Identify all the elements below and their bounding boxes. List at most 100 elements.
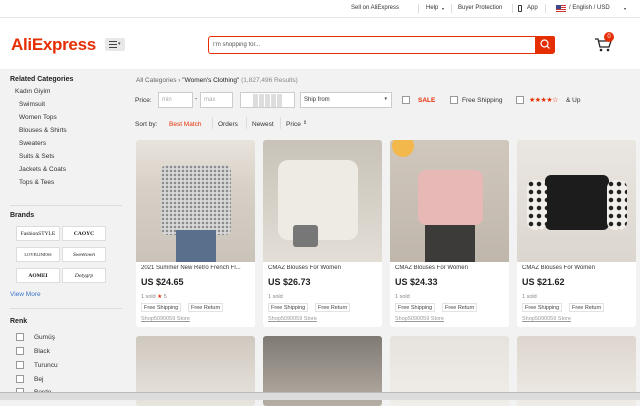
store-link[interactable]: Shop5090059 Store — [141, 316, 190, 322]
chevron-down-icon: ▾ — [384, 96, 387, 102]
product-title[interactable]: CMAZ Blouses For Women — [395, 265, 505, 271]
color-option[interactable]: Black — [16, 345, 50, 357]
help-link[interactable]: Help — [426, 5, 438, 11]
product-image[interactable] — [517, 140, 636, 262]
product-price: US $24.65 — [141, 277, 184, 287]
brand-logo[interactable]: LOVELINESS — [16, 247, 60, 262]
price-dash: - — [195, 96, 198, 103]
search-input[interactable] — [213, 39, 523, 51]
product-title[interactable]: CMAZ Blouses For Women — [522, 265, 632, 271]
free-shipping-tag: Free Shipping — [268, 303, 309, 312]
cart-count-badge: 0 — [604, 32, 614, 42]
sort-orders[interactable]: Orders — [218, 121, 238, 128]
sort-price[interactable]: Price — [286, 121, 301, 128]
sale-checkbox[interactable] — [402, 96, 410, 104]
category-item[interactable]: Tops & Tees — [19, 176, 125, 189]
product-image[interactable] — [263, 140, 382, 262]
rating-stars: ★★★★☆ — [529, 97, 558, 104]
free-shipping-checkbox[interactable] — [450, 96, 458, 104]
product-price: US $21.62 — [522, 277, 565, 287]
free-return-tag: Free Return — [442, 303, 478, 312]
ship-from-select[interactable]: Ship from ▾ — [300, 92, 392, 108]
aliexpress-logo[interactable]: AliExpress — [11, 35, 96, 55]
brand-logo[interactable]: Sweetown — [62, 247, 106, 262]
product-card[interactable]: 2021 Summer New Retro French Fl... US $2… — [136, 140, 255, 327]
brand-logo[interactable]: Dotygrp — [62, 268, 106, 283]
sort-best-match[interactable]: Best Match — [169, 121, 202, 128]
free-shipping-tag: Free Shipping — [395, 303, 436, 312]
locale-selector[interactable]: / English / USD — [569, 5, 610, 11]
sort-newest[interactable]: Newest — [252, 121, 274, 128]
product-card[interactable]: CMAZ Blouses For Women US $24.33 1 sold … — [390, 140, 509, 327]
sell-link[interactable]: Sell on AliExpress — [351, 5, 399, 11]
color-filter-title: Renk — [10, 318, 28, 325]
divider — [512, 4, 513, 13]
divider — [212, 117, 213, 129]
checkbox[interactable] — [16, 347, 24, 355]
product-card[interactable]: CMAZ Blouses For Women US $21.62 1 sold … — [517, 140, 636, 327]
view-more-link[interactable]: View More — [10, 291, 41, 298]
color-label: Turuncu — [34, 361, 58, 369]
product-card[interactable]: CMAZ Blouses For Women US $26.73 1 sold … — [263, 140, 382, 327]
brand-logo[interactable]: AOMEI — [16, 268, 60, 283]
category-item[interactable]: Women Tops — [19, 111, 125, 124]
color-option[interactable]: Gumüş — [16, 331, 55, 343]
related-categories-title: Related Categories — [10, 76, 74, 83]
product-sold: 1 sold ★ 5 — [141, 294, 167, 300]
locale-chevron-icon: ▾ — [624, 6, 627, 11]
search-button[interactable] — [535, 36, 555, 53]
divider — [545, 4, 546, 13]
category-parent[interactable]: Kadın Giyim — [15, 85, 125, 98]
ship-from-label: Ship from — [304, 97, 330, 103]
product-title[interactable]: CMAZ Blouses For Women — [268, 265, 378, 271]
product-image[interactable] — [390, 140, 509, 262]
buyer-protection-link[interactable]: Buyer Protection — [458, 5, 502, 11]
breadcrumb-all[interactable]: All Categories — [136, 77, 176, 84]
sidebar: Related Categories Kadın Giyim Swimsuit … — [10, 76, 125, 189]
color-label: Bej — [34, 375, 44, 383]
rating-checkbox[interactable] — [516, 96, 524, 104]
cart-button[interactable]: 0 — [594, 32, 614, 54]
phone-icon — [518, 5, 522, 12]
header: AliExpress ▾ 0 — [0, 18, 640, 70]
free-shipping-label: Free Shipping — [462, 97, 503, 104]
color-option[interactable]: Turuncu — [16, 359, 58, 371]
breadcrumb-query: "Women's Clothing" — [182, 77, 240, 84]
product-price: US $24.33 — [395, 277, 438, 287]
price-min-input[interactable]: min — [158, 92, 193, 108]
category-item[interactable]: Swimsuit — [19, 98, 125, 111]
price-range-bars[interactable] — [240, 92, 295, 108]
divider — [246, 117, 247, 129]
store-link[interactable]: Shop5090059 Store — [395, 316, 444, 322]
sort-label: Sort by: — [135, 121, 158, 128]
category-item[interactable]: Suits & Sets — [19, 150, 125, 163]
divider — [10, 308, 122, 309]
price-max-input[interactable]: max — [200, 92, 233, 108]
category-menu-button[interactable]: ▾ — [105, 38, 125, 51]
brand-logo[interactable]: CAOYC — [62, 226, 106, 241]
divider — [10, 205, 122, 206]
checkbox[interactable] — [16, 375, 24, 383]
color-label: Black — [34, 347, 50, 355]
divider — [280, 117, 281, 129]
search-icon — [540, 39, 550, 49]
product-title[interactable]: 2021 Summer New Retro French Fl... — [141, 265, 251, 271]
category-item[interactable]: Jackets & Coats — [19, 163, 125, 176]
product-price: US $26.73 — [268, 277, 311, 287]
sale-label: SALE — [418, 97, 436, 104]
brand-logo[interactable]: FashionSTYLE — [16, 226, 60, 241]
category-item[interactable]: Sweaters — [19, 137, 125, 150]
free-return-tag: Free Return — [569, 303, 605, 312]
product-image[interactable] — [136, 140, 255, 262]
app-link[interactable]: App — [527, 5, 538, 11]
chevron-down-icon: ▾ — [118, 41, 121, 47]
store-link[interactable]: Shop5090059 Store — [268, 316, 317, 322]
store-link[interactable]: Shop5090059 Store — [522, 316, 571, 322]
checkbox[interactable] — [16, 333, 24, 341]
free-return-tag: Free Return — [315, 303, 351, 312]
rating-and-up: & Up — [566, 97, 581, 104]
category-item[interactable]: Blouses & Shirts — [19, 124, 125, 137]
free-shipping-tag: Free Shipping — [141, 303, 182, 312]
color-option[interactable]: Bej — [16, 373, 43, 385]
checkbox[interactable] — [16, 361, 24, 369]
